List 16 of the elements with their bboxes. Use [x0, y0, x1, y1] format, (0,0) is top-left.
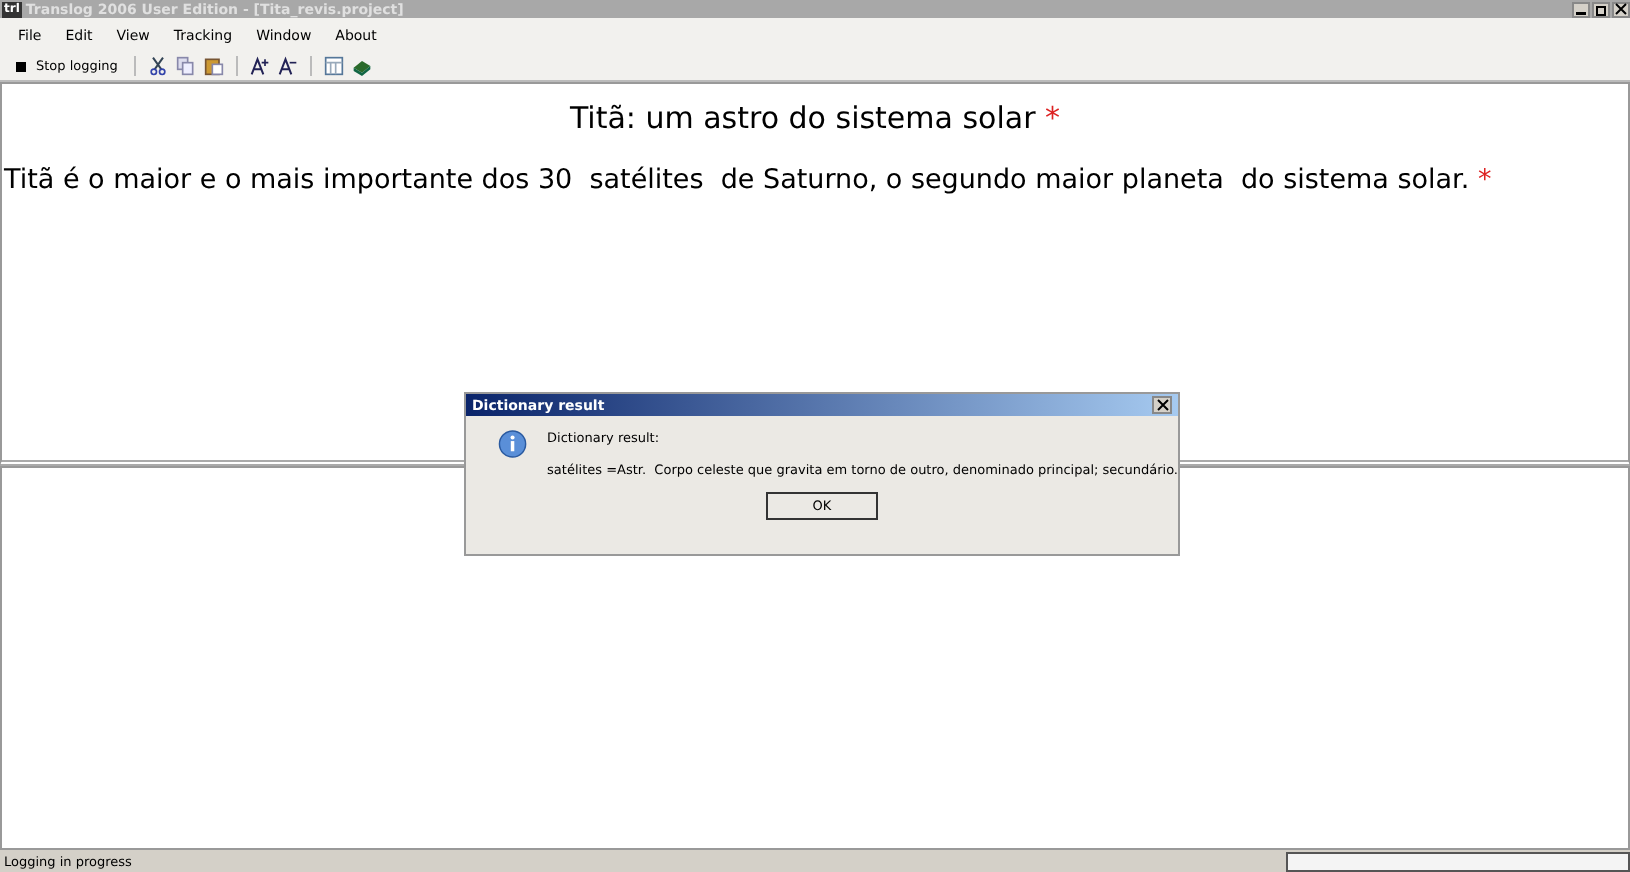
stop-icon [16, 61, 26, 71]
restore-icon [1594, 2, 1608, 16]
document-title: Titã: um astro do sistema solar * [567, 100, 1063, 136]
minimize-button[interactable] [1572, 1, 1590, 17]
close-icon [1155, 398, 1169, 412]
close-button[interactable] [1152, 396, 1172, 414]
restore-button[interactable] [1592, 1, 1610, 17]
scissors-icon[interactable] [147, 56, 168, 76]
info-icon [498, 426, 528, 462]
close-button[interactable] [1612, 1, 1630, 17]
close-icon [1614, 2, 1628, 16]
font-larger-icon[interactable] [249, 56, 270, 76]
copy-icon[interactable] [175, 56, 196, 76]
font-smaller-icon[interactable] [277, 56, 298, 76]
clipboard-icon[interactable] [203, 56, 224, 76]
document-text: Titã é o maior e o mais importante dos 30 satélites de Saturno, o segundo maior planeta do sistema solar. * [2, 164, 1494, 196]
